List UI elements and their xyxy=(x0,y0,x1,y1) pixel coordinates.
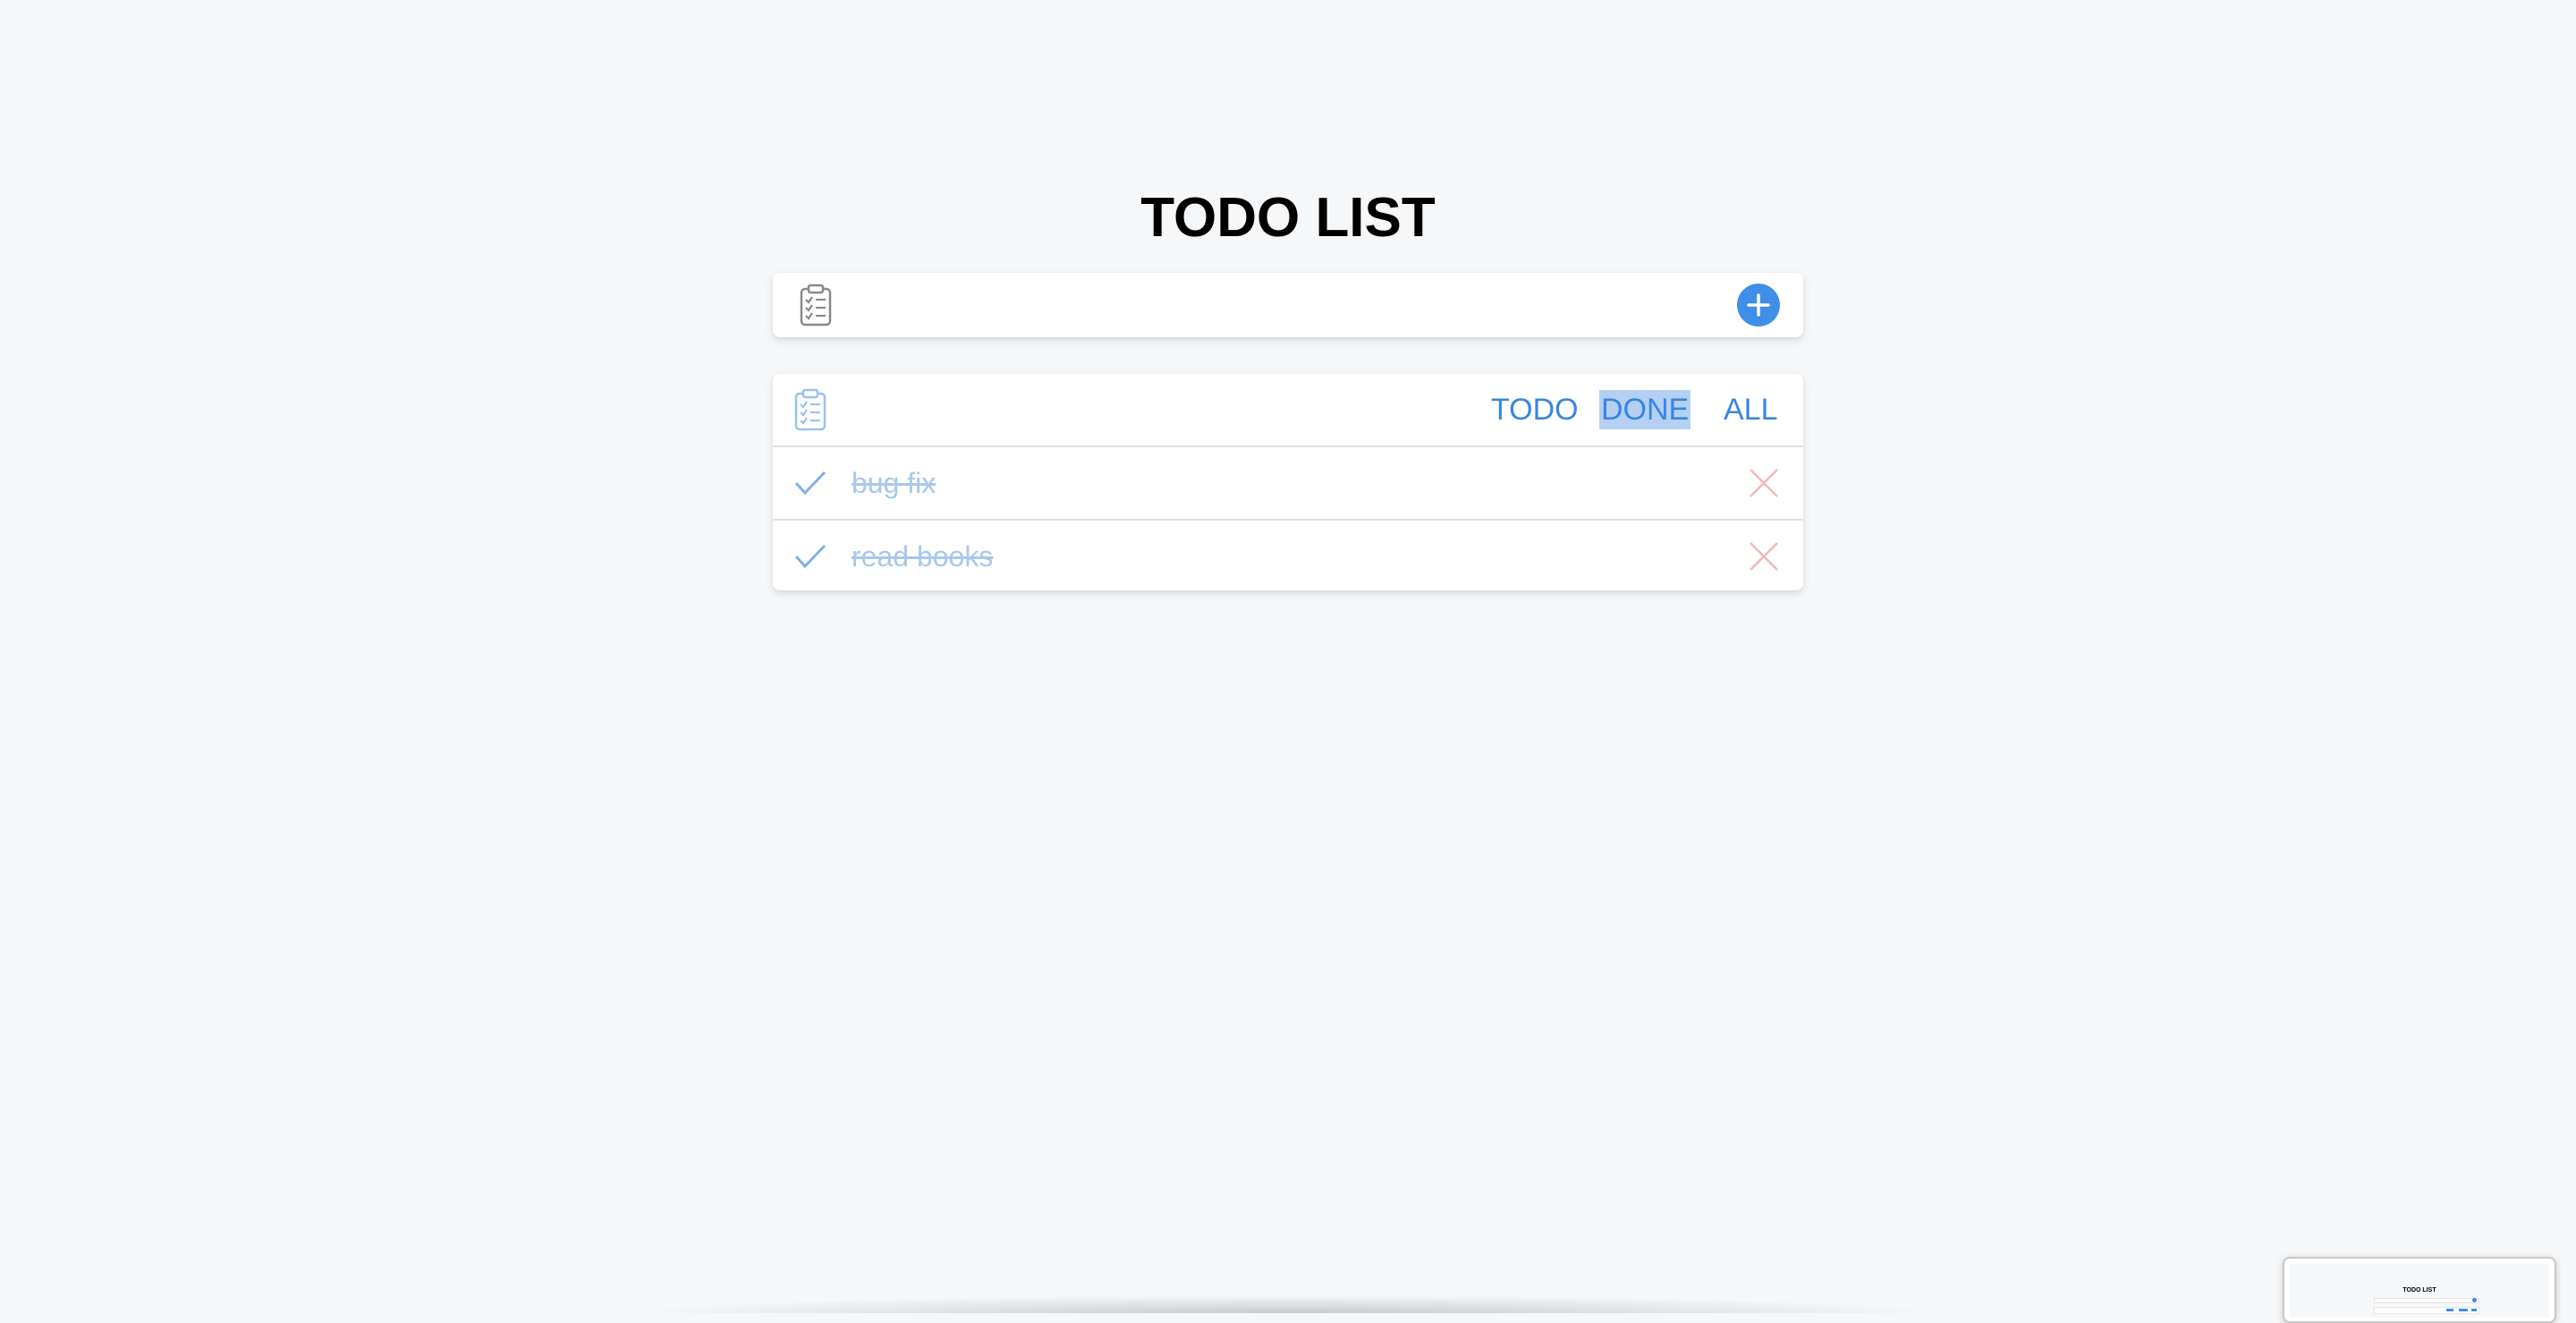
todo-item: bug fix xyxy=(773,447,1803,521)
close-icon[interactable] xyxy=(1746,465,1782,501)
filter-done-tab[interactable]: DONE xyxy=(1599,390,1691,429)
thumbnail-add-dot xyxy=(2472,1298,2477,1302)
check-icon[interactable] xyxy=(792,465,828,501)
page-title: TODO LIST xyxy=(1140,187,1436,249)
add-todo-bar xyxy=(773,273,1803,337)
clipboard-checklist-icon xyxy=(798,284,834,327)
clipboard-checklist-icon xyxy=(792,388,828,431)
todo-list-panel: TODO DONE ALL bug fix read books xyxy=(773,374,1803,590)
add-todo-button[interactable] xyxy=(1737,284,1780,327)
todo-item-text: read books xyxy=(852,540,994,572)
todo-item: read books xyxy=(773,521,1803,592)
thumbnail-add-bar xyxy=(2374,1298,2479,1303)
check-icon[interactable] xyxy=(792,539,828,574)
window-shadow xyxy=(626,1295,1950,1313)
plus-icon xyxy=(1747,293,1770,317)
filter-todo-tab[interactable]: TODO xyxy=(1491,390,1579,429)
close-icon[interactable] xyxy=(1746,539,1782,574)
filter-bar: TODO DONE ALL xyxy=(773,374,1803,447)
thumbnail-filter-mark xyxy=(2446,1309,2453,1311)
new-todo-input[interactable] xyxy=(853,284,1689,328)
thumbnail-preview: TODO LIST xyxy=(2290,1264,2549,1318)
thumbnail-filter-mark xyxy=(2471,1309,2477,1311)
thumbnail-title: TODO LIST xyxy=(2402,1287,2436,1293)
filter-all-tab[interactable]: ALL xyxy=(1724,390,1778,429)
todo-item-text: bug fix xyxy=(852,467,936,499)
thumbnail-filter-mark xyxy=(2459,1309,2468,1311)
